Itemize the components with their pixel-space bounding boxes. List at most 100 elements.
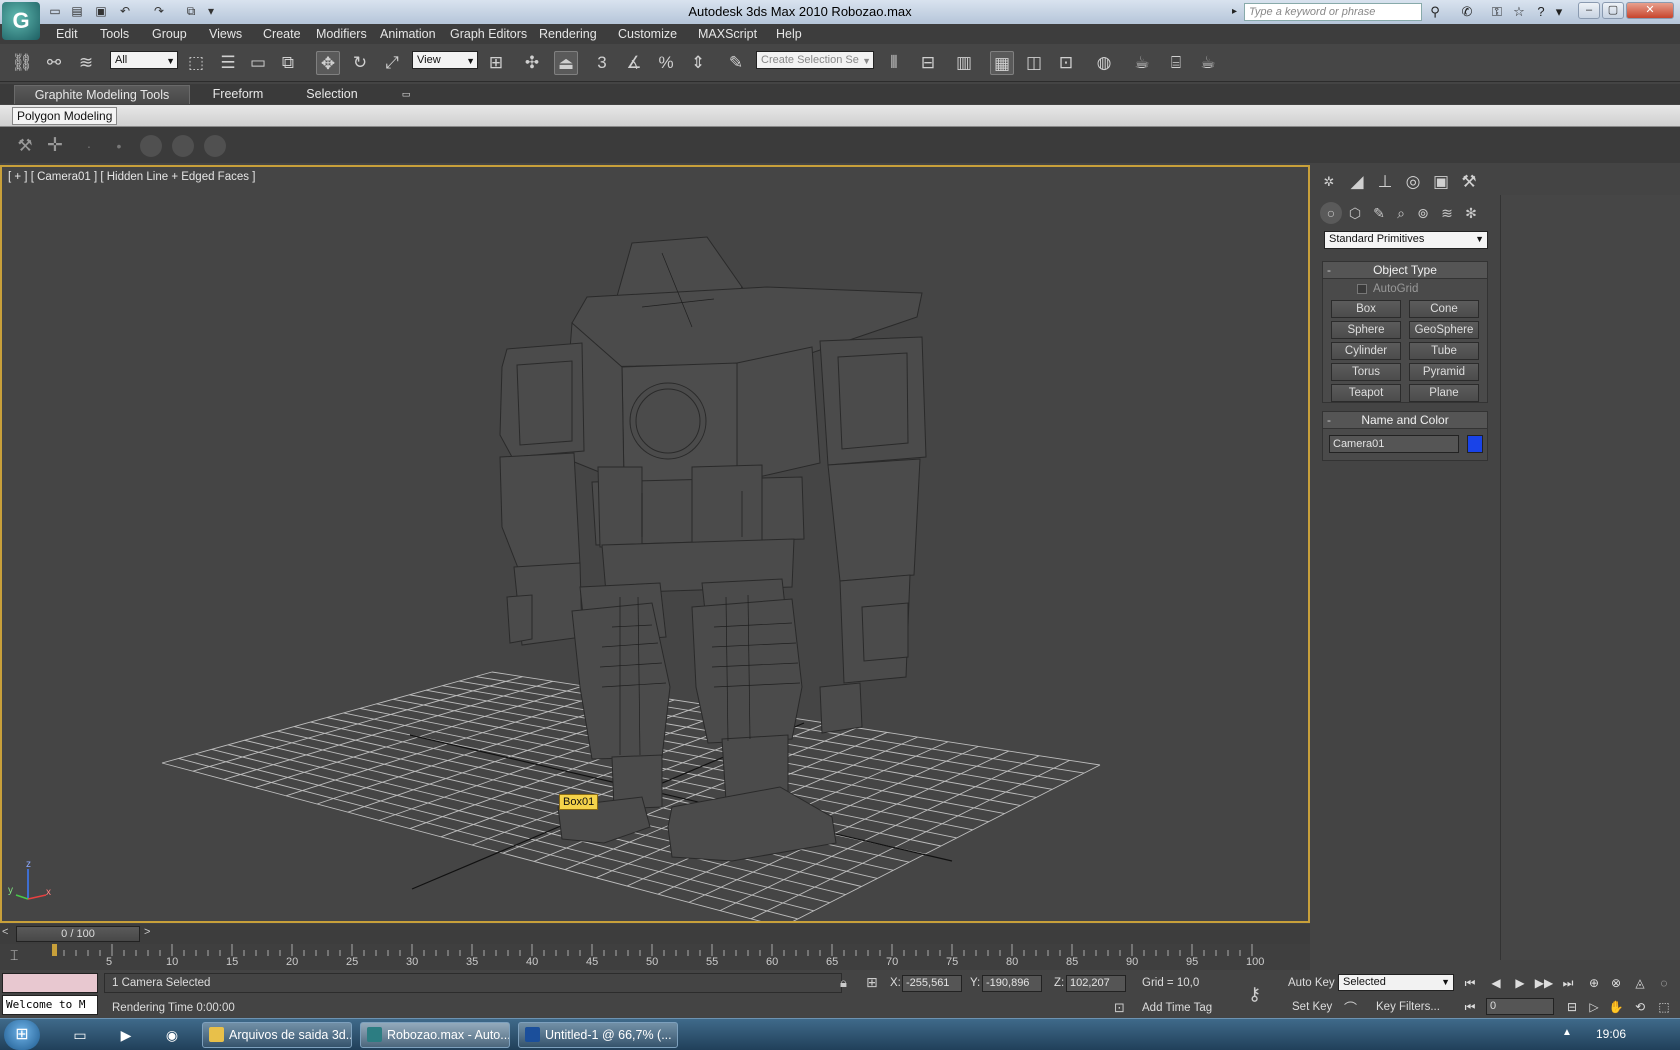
auto-key-button[interactable]: Auto Key xyxy=(1288,977,1335,989)
add-time-tag[interactable]: Add Time Tag xyxy=(1142,1002,1212,1014)
vertex-level-icon[interactable]: · xyxy=(78,135,100,157)
binoculars-icon[interactable]: ⚲ xyxy=(1426,3,1444,21)
menu-animation[interactable]: Animation xyxy=(380,27,436,41)
menu-modifiers[interactable]: Modifiers xyxy=(316,27,367,41)
cylinder-button[interactable]: Cylinder xyxy=(1331,342,1401,360)
modify-tab-icon[interactable]: ◢ xyxy=(1344,169,1370,195)
zoom-icon[interactable]: ⊕ xyxy=(1584,974,1604,992)
sphere-button[interactable]: Sphere xyxy=(1331,321,1401,339)
y-coordinate-field[interactable]: -190,896 xyxy=(982,975,1042,992)
undo-icon[interactable]: ↶ xyxy=(116,3,134,20)
manipulate-icon[interactable]: ✣ xyxy=(520,51,544,75)
menu-create[interactable]: Create xyxy=(263,27,301,41)
schematic-view-icon[interactable]: ⊡ xyxy=(1054,51,1078,75)
geosphere-button[interactable]: GeoSphere xyxy=(1409,321,1479,339)
search-expand-icon[interactable]: ▸ xyxy=(1232,3,1242,21)
space-warps-icon[interactable]: ≋ xyxy=(1436,202,1458,224)
zoom-all-icon[interactable]: ⊗ xyxy=(1606,974,1626,992)
tab-freeform[interactable]: Freeform xyxy=(200,85,276,104)
reference-coordinate-dropdown[interactable]: View ▼ xyxy=(412,51,478,69)
hierarchy-tab-icon[interactable]: ⊥ xyxy=(1372,169,1398,195)
object-name-field[interactable]: Camera01 xyxy=(1329,435,1459,453)
pyramid-button[interactable]: Pyramid xyxy=(1409,363,1479,381)
material-editor-icon[interactable]: ◍ xyxy=(1092,51,1116,75)
search-input[interactable]: Type a keyword or phrase xyxy=(1244,3,1422,21)
select-and-scale-icon[interactable]: ⤢ xyxy=(380,51,404,75)
menu-maxscript[interactable]: MAXScript xyxy=(698,27,757,41)
orbit-camera-icon[interactable]: ◌ xyxy=(1654,974,1674,992)
task-photoshop[interactable]: Untitled-1 @ 66,7% (... xyxy=(518,1022,678,1048)
menu-views[interactable]: Views xyxy=(209,27,242,41)
start-button[interactable]: ⊞ xyxy=(4,1020,40,1050)
tab-selection[interactable]: Selection xyxy=(290,85,374,104)
menu-group[interactable]: Group xyxy=(152,27,187,41)
default-tangent-icon[interactable]: ⌒ xyxy=(1344,998,1357,1017)
firefox-icon[interactable]: ◉ xyxy=(162,1025,182,1045)
field-of-view-icon[interactable]: ◬ xyxy=(1630,974,1650,992)
layer-manager-icon[interactable]: ▥ xyxy=(952,51,976,75)
next-frame-icon[interactable]: ▶▶ xyxy=(1534,974,1554,992)
category-dropdown[interactable]: Standard Primitives ▼ xyxy=(1324,231,1488,249)
go-to-end-icon[interactable]: ⏭ xyxy=(1558,974,1578,992)
previous-frame-icon[interactable]: ◀ xyxy=(1486,974,1506,992)
media-player-icon[interactable]: ▶ xyxy=(116,1025,136,1045)
utilities-tab-icon[interactable]: ⚒ xyxy=(1456,169,1482,195)
minimize-button[interactable]: – xyxy=(1578,2,1600,19)
app-logo-icon[interactable]: G xyxy=(2,2,40,40)
shapes-icon[interactable]: ⬡ xyxy=(1344,202,1366,224)
tube-button[interactable]: Tube xyxy=(1409,342,1479,360)
task-3dsmax[interactable]: Robozao.max - Auto... xyxy=(360,1022,510,1048)
time-slider[interactable]: 0 / 100 xyxy=(16,926,140,942)
pan-icon[interactable]: ✋ xyxy=(1606,998,1626,1016)
select-object-icon[interactable]: ⬚ xyxy=(184,51,208,75)
spinner-snap-icon[interactable]: ⇕ xyxy=(686,51,710,75)
quick-render-icon[interactable]: ☕ xyxy=(1196,51,1220,75)
maxscript-output[interactable] xyxy=(2,973,98,993)
graphite-toggle-icon[interactable]: ▦ xyxy=(990,51,1014,75)
tray-expand-icon[interactable]: ▲ xyxy=(1562,1027,1572,1038)
polygon-modeling-panel[interactable]: Polygon Modeling xyxy=(12,107,118,125)
maximize-button[interactable]: ▢ xyxy=(1602,2,1624,19)
name-and-color-header[interactable]: - Name and Color xyxy=(1323,412,1487,429)
plane-button[interactable]: Plane xyxy=(1409,384,1479,402)
project-folder-icon[interactable]: ⧉ xyxy=(182,3,200,20)
menu-help[interactable]: Help xyxy=(776,27,802,41)
box-button[interactable]: Box xyxy=(1331,300,1401,318)
autogrid-checkbox[interactable] xyxy=(1357,284,1367,294)
ribbon-options-icon[interactable]: ▭ xyxy=(398,85,414,104)
show-desktop-icon[interactable]: ▭ xyxy=(70,1025,90,1045)
border-level-icon[interactable] xyxy=(140,135,162,157)
systems-icon[interactable]: ✻ xyxy=(1460,202,1482,224)
time-configuration-icon[interactable]: ⊟ xyxy=(1562,998,1582,1016)
menu-tools[interactable]: Tools xyxy=(100,27,129,41)
lights-icon[interactable]: ✎ xyxy=(1368,202,1390,224)
teapot-button[interactable]: Teapot xyxy=(1331,384,1401,402)
time-tag-icon[interactable]: ⊡ xyxy=(1114,1000,1125,1016)
maximize-viewport-icon[interactable]: ⬚ xyxy=(1654,998,1674,1016)
help-icon[interactable]: ? xyxy=(1532,3,1550,21)
snaps-toggle-icon[interactable]: 3 xyxy=(590,51,614,75)
select-and-link-icon[interactable]: ⛓ xyxy=(10,51,34,75)
display-tab-icon[interactable]: ▣ xyxy=(1428,169,1454,195)
key-mode-toggle-icon[interactable]: ⏮ xyxy=(1460,998,1480,1016)
menu-customize[interactable]: Customize xyxy=(618,27,677,41)
vertex-add-icon[interactable]: ✛ xyxy=(44,135,66,157)
geometry-icon[interactable]: ○ xyxy=(1320,202,1342,224)
tab-graphite-modeling-tools[interactable]: Graphite Modeling Tools xyxy=(14,85,190,104)
communication-center-icon[interactable]: ⚿ xyxy=(1488,3,1506,21)
align-icon[interactable]: ⊟ xyxy=(916,51,940,75)
task-folder[interactable]: Arquivos de saida 3d... xyxy=(202,1022,352,1048)
bind-space-warp-icon[interactable]: ≋ xyxy=(74,51,98,75)
key-filters-button[interactable]: Key Filters... xyxy=(1376,1001,1440,1013)
named-selection-set-dropdown[interactable]: Create Selection Se ▼ xyxy=(756,51,874,69)
play-icon[interactable]: ▶ xyxy=(1510,974,1530,992)
edge-level-icon[interactable]: • xyxy=(108,135,130,157)
render-setup-icon[interactable]: ☕ xyxy=(1130,51,1154,75)
select-and-rotate-icon[interactable]: ↻ xyxy=(348,51,372,75)
subscription-icon[interactable]: ✆ xyxy=(1458,3,1476,21)
angle-snap-icon[interactable]: ∡ xyxy=(622,51,646,75)
unlink-icon[interactable]: ⚯ xyxy=(42,51,66,75)
select-by-name-icon[interactable]: ☰ xyxy=(216,51,240,75)
torus-button[interactable]: Torus xyxy=(1331,363,1401,381)
menu-edit[interactable]: Edit xyxy=(56,27,78,41)
